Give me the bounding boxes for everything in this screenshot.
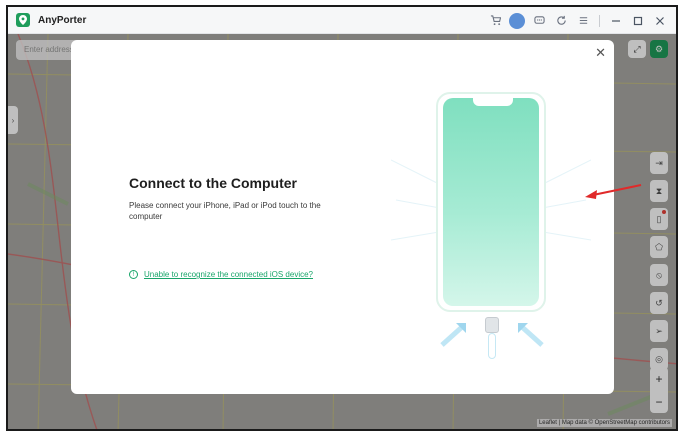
help-link[interactable]: Unable to recognize the connected iOS de…	[144, 270, 313, 279]
app-logo-icon	[16, 13, 30, 27]
close-dialog-icon[interactable]: ✕	[595, 46, 606, 59]
close-window-icon[interactable]	[652, 13, 668, 29]
avatar[interactable]	[509, 12, 525, 29]
phone-screen	[443, 98, 539, 306]
phone-notch	[473, 98, 513, 106]
annotation-arrow	[585, 184, 642, 199]
help-link-row: ! Unable to recognize the connected iOS …	[129, 270, 313, 279]
connect-dialog: ✕ Connect to the Computer Please connect…	[71, 40, 614, 394]
app-title: AnyPorter	[38, 14, 87, 26]
minimize-icon[interactable]	[608, 13, 624, 29]
chat-icon[interactable]	[531, 13, 547, 29]
cart-icon[interactable]	[487, 13, 503, 29]
dialog-description: Please connect your iPhone, iPad or iPod…	[129, 201, 321, 221]
refresh-icon[interactable]	[553, 13, 569, 29]
menu-icon[interactable]	[575, 13, 591, 29]
usb-connector-icon	[485, 317, 499, 333]
title-bar: AnyPorter	[8, 7, 676, 34]
info-icon: !	[129, 270, 138, 279]
iphone-illustration	[436, 92, 546, 312]
separator	[599, 14, 600, 27]
dialog-title: Connect to the Computer	[129, 175, 297, 191]
usb-cable	[488, 333, 496, 359]
app-window: AnyPorter Enter address › ⤢ ⚙ ⇥ ⧗ ▯ ⬠ ⦸ …	[6, 5, 678, 431]
maximize-icon[interactable]	[630, 13, 646, 29]
title-bar-actions	[487, 7, 668, 34]
